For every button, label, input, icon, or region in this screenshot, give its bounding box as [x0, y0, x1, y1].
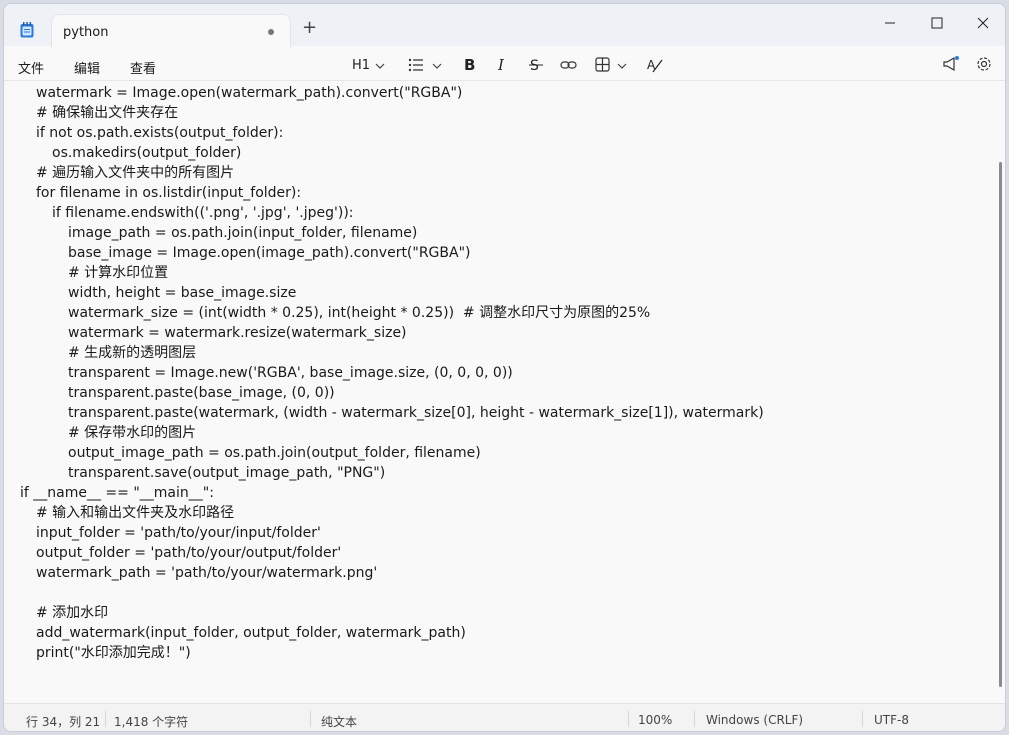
- code-line: for filename in os.listdir(input_folder)…: [36, 185, 302, 201]
- code-line: transparent.paste(base_image, (0, 0)): [68, 385, 335, 401]
- menu-bar: 文件 编辑 查看 H1 B I S A: [4, 48, 1005, 81]
- code-line: # 生成新的透明图层: [68, 345, 197, 361]
- code-line: if filename.endswith(('.png', '.jpg', '.…: [52, 205, 354, 221]
- svg-text:I: I: [497, 57, 505, 74]
- cursor-position: 行 34，列 21: [26, 715, 101, 729]
- code-line: # 添加水印: [36, 605, 109, 621]
- status-divider: [862, 711, 863, 727]
- list-icon[interactable]: [408, 58, 424, 80]
- code-line: transparent.save(output_image_path, "PNG…: [68, 465, 386, 481]
- text-format[interactable]: 纯文本: [321, 713, 357, 730]
- zoom-level[interactable]: 100%: [638, 713, 672, 727]
- code-line: watermark = watermark.resize(watermark_s…: [68, 325, 407, 341]
- tab-python[interactable]: python: [51, 14, 291, 48]
- code-line: watermark_path = 'path/to/your/watermark…: [36, 565, 378, 581]
- close-icon: [977, 17, 989, 29]
- close-button[interactable]: [968, 10, 998, 36]
- minimize-button[interactable]: [875, 10, 905, 36]
- vertical-scrollbar[interactable]: [999, 162, 1002, 687]
- code-line: watermark_size = (int(width * 0.25), int…: [68, 305, 651, 321]
- code-line: transparent = Image.new('RGBA', base_ima…: [68, 365, 513, 381]
- encoding[interactable]: UTF-8: [874, 713, 909, 727]
- code-line: os.makedirs(output_folder): [52, 145, 242, 161]
- menu-view[interactable]: 查看: [130, 58, 156, 77]
- code-line: # 保存带水印的图片: [68, 425, 197, 441]
- code-line: # 输入和输出文件夹及水印路径: [36, 505, 235, 521]
- status-divider: [105, 711, 106, 727]
- character-count: 1,418 个字符: [114, 715, 189, 729]
- strikethrough-icon[interactable]: S: [529, 57, 543, 79]
- status-divider: [310, 711, 311, 727]
- link-icon[interactable]: [560, 58, 577, 80]
- code-line: output_folder = 'path/to/your/output/fol…: [36, 545, 342, 561]
- line-ending[interactable]: Windows (CRLF): [706, 713, 803, 727]
- menu-edit[interactable]: 编辑: [74, 58, 100, 77]
- code-line: # 遍历输入文件夹中的所有图片: [36, 165, 235, 181]
- code-line: input_folder = 'path/to/your/input/folde…: [36, 525, 321, 541]
- svg-text:B: B: [464, 57, 475, 74]
- code-line: watermark = Image.open(watermark_path).c…: [36, 85, 463, 101]
- status-bar: 行 34，列 21 1,418 个字符 纯文本 100% Windows (CR…: [4, 703, 1005, 731]
- italic-icon[interactable]: I: [496, 57, 510, 79]
- heading-dropdown[interactable]: H1: [352, 58, 370, 73]
- settings-gear-icon[interactable]: [976, 56, 992, 78]
- code-line: # 确保输出文件夹存在: [36, 105, 179, 121]
- code-line: # 计算水印位置: [68, 265, 169, 281]
- minimize-icon: [885, 22, 895, 24]
- tab-title: python: [63, 25, 109, 40]
- title-bar: python +: [4, 4, 1005, 48]
- code-line: add_watermark(input_folder, output_folde…: [36, 625, 466, 641]
- bold-icon[interactable]: B: [463, 57, 477, 79]
- status-divider: [694, 711, 695, 727]
- maximize-button[interactable]: [922, 10, 952, 36]
- notepad-window: python + 文件 编辑 查看 H1 B I S A watermark =…: [3, 3, 1006, 732]
- megaphone-icon[interactable]: [942, 55, 960, 77]
- notepad-app-icon: [20, 22, 34, 38]
- code-line: print("水印添加完成！"): [36, 645, 191, 661]
- code-line: if not os.path.exists(output_folder):: [36, 125, 284, 141]
- code-line: base_image = Image.open(image_path).conv…: [68, 245, 471, 261]
- code-line: if __name__ == "__main__":: [20, 485, 214, 501]
- code-line: width, height = base_image.size: [68, 285, 297, 301]
- maximize-icon: [931, 17, 943, 29]
- clear-formatting-icon[interactable]: A: [647, 57, 663, 79]
- menu-file[interactable]: 文件: [18, 58, 44, 77]
- text-editor[interactable]: watermark = Image.open(watermark_path).c…: [4, 81, 996, 701]
- new-tab-plus-icon[interactable]: +: [302, 19, 317, 37]
- table-icon[interactable]: [595, 57, 610, 79]
- code-line: image_path = os.path.join(input_folder, …: [68, 225, 418, 241]
- code-line: transparent.paste(watermark, (width - wa…: [68, 405, 764, 421]
- svg-text:S: S: [530, 58, 539, 74]
- code-line: output_image_path = os.path.join(output_…: [68, 445, 481, 461]
- status-divider: [628, 711, 629, 727]
- unsaved-indicator-icon[interactable]: [268, 29, 274, 35]
